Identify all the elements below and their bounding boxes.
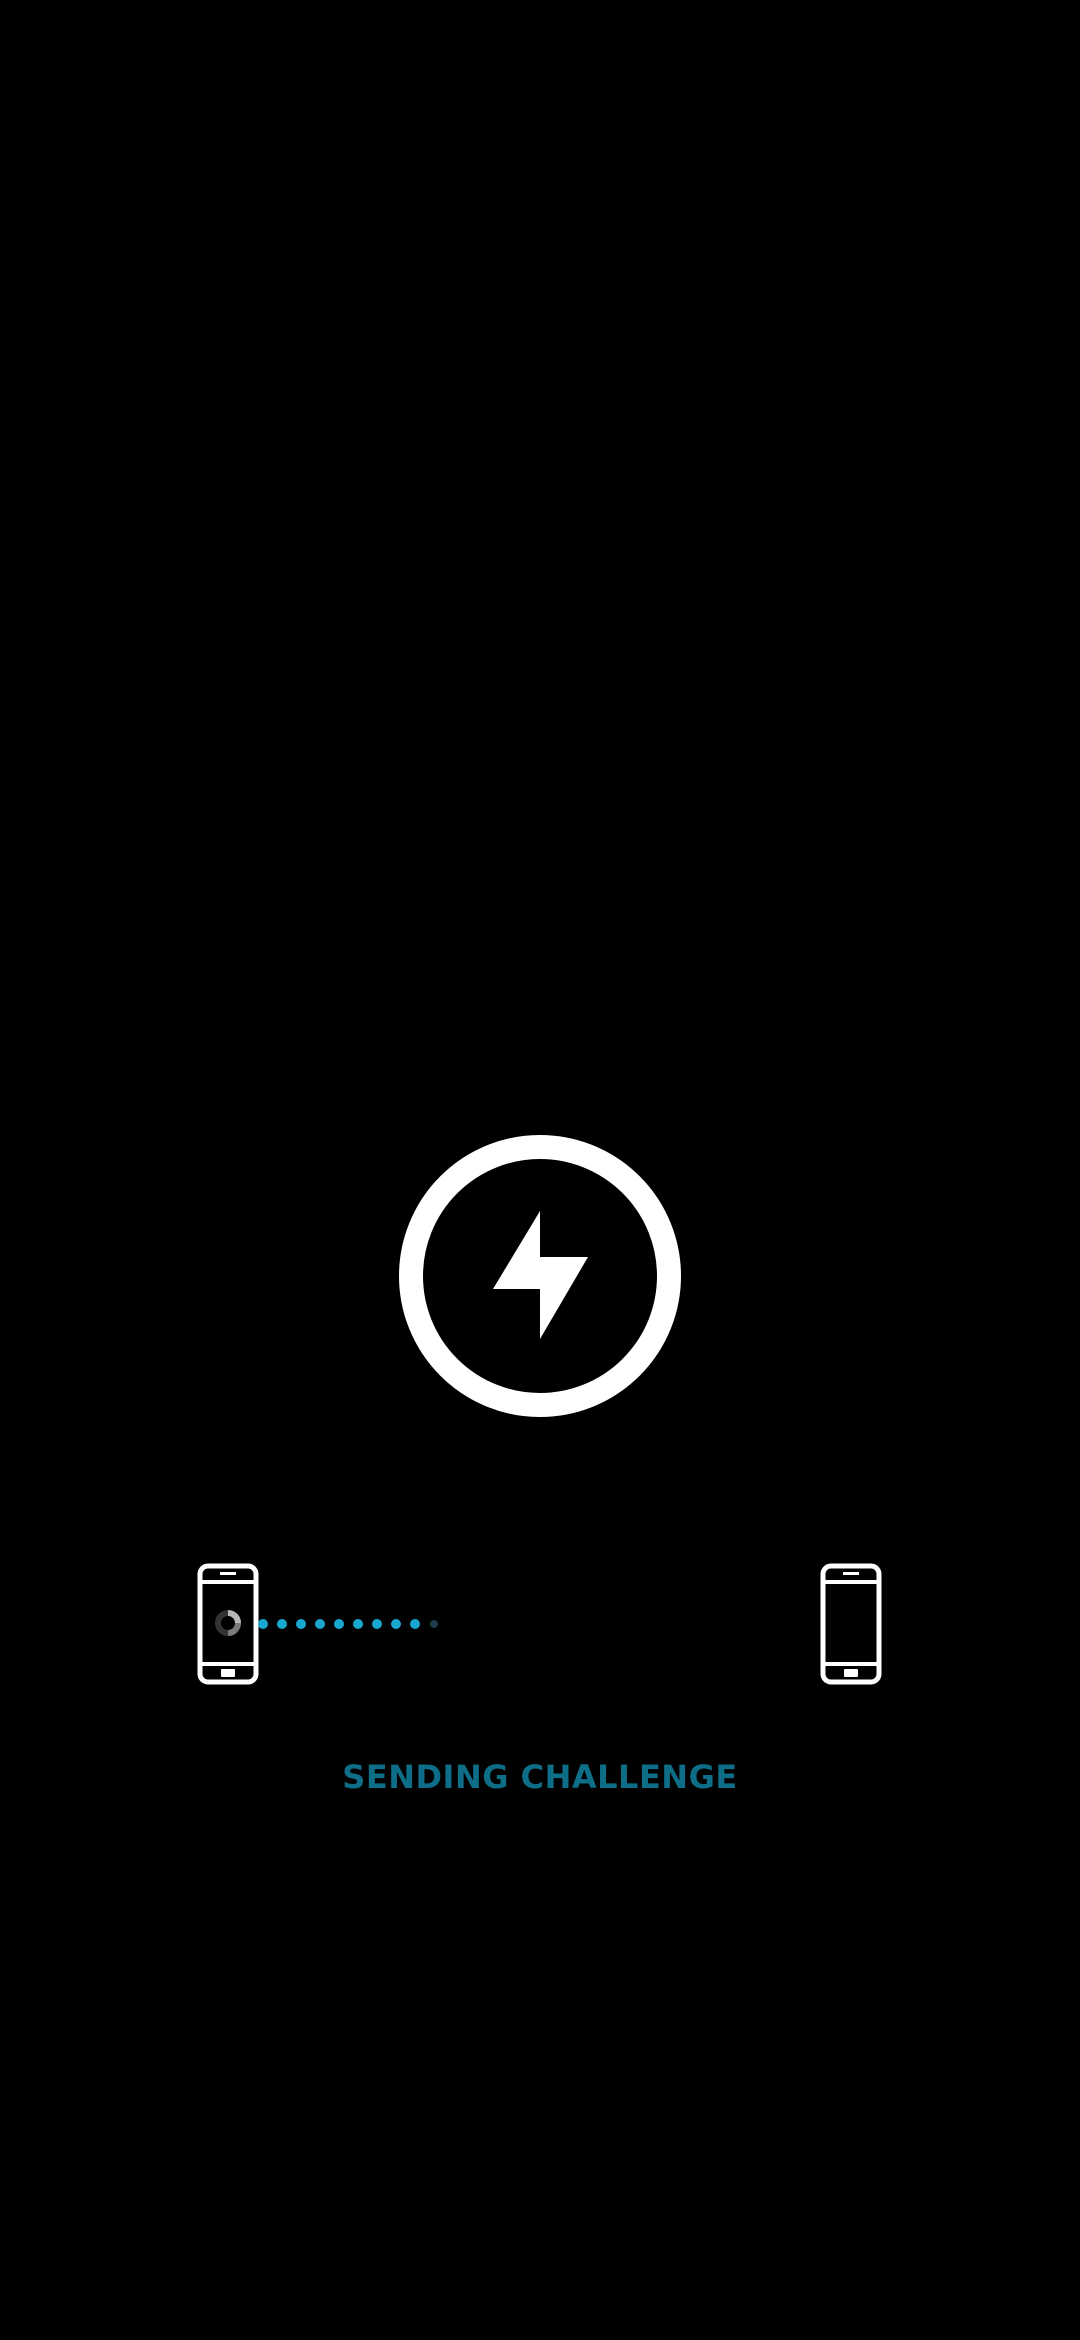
progress-dot [315,1619,325,1629]
progress-dot [334,1619,344,1629]
progress-dot [277,1619,287,1629]
transfer-progress-dots [256,1617,438,1631]
progress-dot [430,1620,438,1628]
progress-dot [258,1619,268,1629]
progress-dot [410,1619,420,1629]
progress-dot [391,1619,401,1629]
progress-dot [372,1619,382,1629]
status-text: SENDING CHALLENGE [342,1758,738,1796]
receiver-phone-icon [820,1563,882,1685]
lightning-bolt-icon [399,1135,681,1417]
progress-dot [296,1619,306,1629]
loading-spinner-icon [213,1608,243,1638]
progress-dot [353,1619,363,1629]
